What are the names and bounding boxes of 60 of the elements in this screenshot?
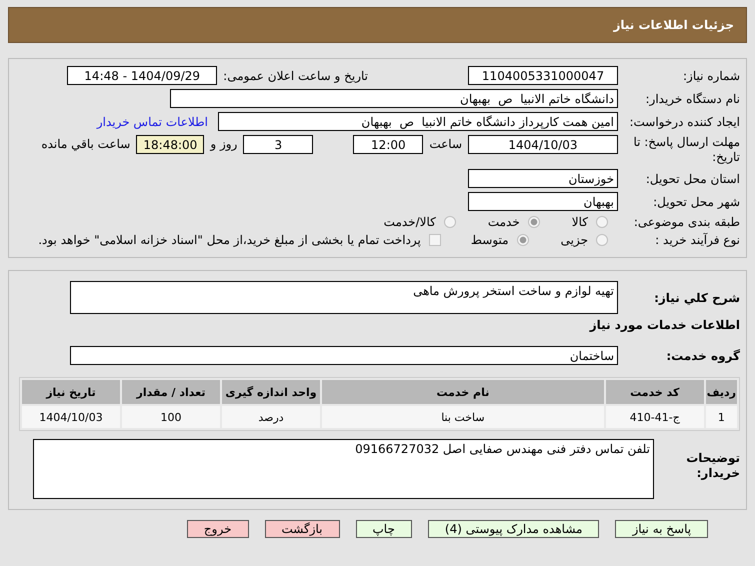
field-label: شماره نیاز:	[682, 68, 740, 82]
radio-label: متوسط	[470, 233, 509, 247]
field-label: مهلت ارسال پاسخ: تا تاریخ:	[632, 135, 740, 165]
field-label: توضیحات خریدار:	[685, 450, 740, 481]
column-header: تاریخ نیاز	[22, 380, 120, 404]
field-label: شرح کلي نیاز:	[653, 290, 740, 304]
section-title: اطلاعات خدمات مورد نیاز	[588, 318, 740, 332]
field-label: تاریخ و ساعت اعلان عمومی:	[223, 68, 368, 82]
need-number-field: 1104005331000047	[468, 66, 618, 85]
radio-label: جزیی	[560, 233, 588, 247]
table-cell: ج-41-410	[606, 406, 704, 428]
remaining-time-field: 18:48:00	[136, 135, 204, 154]
table-cell: 1	[706, 406, 737, 428]
action-button[interactable]: چاپ	[356, 520, 412, 538]
service-group-field: ساختمان	[70, 346, 618, 365]
remaining-label: ساعت باقي مانده	[41, 137, 130, 151]
deadline-time-field: 12:00	[353, 135, 424, 154]
table-cell: 100	[122, 406, 220, 428]
checkbox[interactable]	[428, 234, 441, 246]
field-label: گروه خدمت:	[665, 348, 740, 362]
radio-button[interactable]	[516, 234, 529, 246]
column-header: کد خدمت	[606, 380, 704, 404]
city-field: بهبهان	[468, 192, 618, 211]
radio-label: خدمت	[488, 215, 520, 229]
table-cell: ساخت بنا	[322, 406, 604, 428]
action-button[interactable]: خروج	[186, 520, 248, 538]
column-header: نام خدمت	[322, 380, 604, 404]
requester-field: امین همت کارپرداز دانشگاه خاتم الانبیا ص بهبهان	[218, 112, 618, 131]
radio-label: کالا	[572, 215, 588, 229]
page-title: جزئیات اطلاعات نیاز	[613, 18, 734, 32]
radio-button[interactable]	[528, 216, 540, 228]
field-label: استان محل تحویل:	[644, 172, 740, 186]
payment-note: پرداخت تمام یا بخشی از مبلغ خرید،از محل "اسناد خزانه اسلامی" خواهد بود.	[38, 233, 421, 247]
time-label: ساعت	[429, 137, 462, 151]
days-label: روز و	[210, 137, 238, 151]
radio-button[interactable]	[596, 216, 608, 228]
days-field: 3	[243, 135, 314, 154]
buyer-field: دانشگاه خاتم الانبیا ص بهبهان	[170, 89, 618, 108]
buyer-notes-field: تلفن تماس دفتر فنی مهندس صفایی اصل 09166727032	[33, 439, 654, 499]
column-header: تعداد / مقدار	[122, 380, 220, 404]
table-cell: 1404/10/03	[22, 406, 120, 428]
field-label: طبقه بندی موضوعی:	[632, 215, 740, 229]
radio-button[interactable]	[444, 216, 456, 228]
announce-date-field: 1404/09/29 - 14:48	[67, 66, 218, 85]
buyer-contact-link[interactable]: اطلاعات تماس خریدار	[96, 114, 208, 128]
field-label: نام دستگاه خریدار:	[644, 92, 740, 106]
table-cell: درصد	[222, 406, 320, 428]
province-field: خوزستان	[468, 169, 618, 188]
column-header: ردیف	[706, 380, 737, 404]
field-label: نوع فرآیند خرید :	[654, 233, 740, 247]
action-button[interactable]: پاسخ به نیاز	[615, 520, 708, 538]
action-button[interactable]: مشاهده مدارک پیوستی (4)	[428, 520, 600, 538]
action-button[interactable]: بازگشت	[264, 520, 340, 538]
field-label: ایجاد کننده درخواست:	[628, 114, 740, 128]
field-label: شهر محل تحویل:	[652, 194, 740, 208]
column-header: واحد اندازه گیری	[222, 380, 320, 404]
radio-button[interactable]	[596, 234, 608, 246]
radio-label: کالا/خدمت	[384, 215, 436, 229]
deadline-date-field: 1404/10/03	[468, 135, 618, 154]
description-field: تهیه لوازم و ساخت استخر پرورش ماهی	[70, 281, 618, 314]
